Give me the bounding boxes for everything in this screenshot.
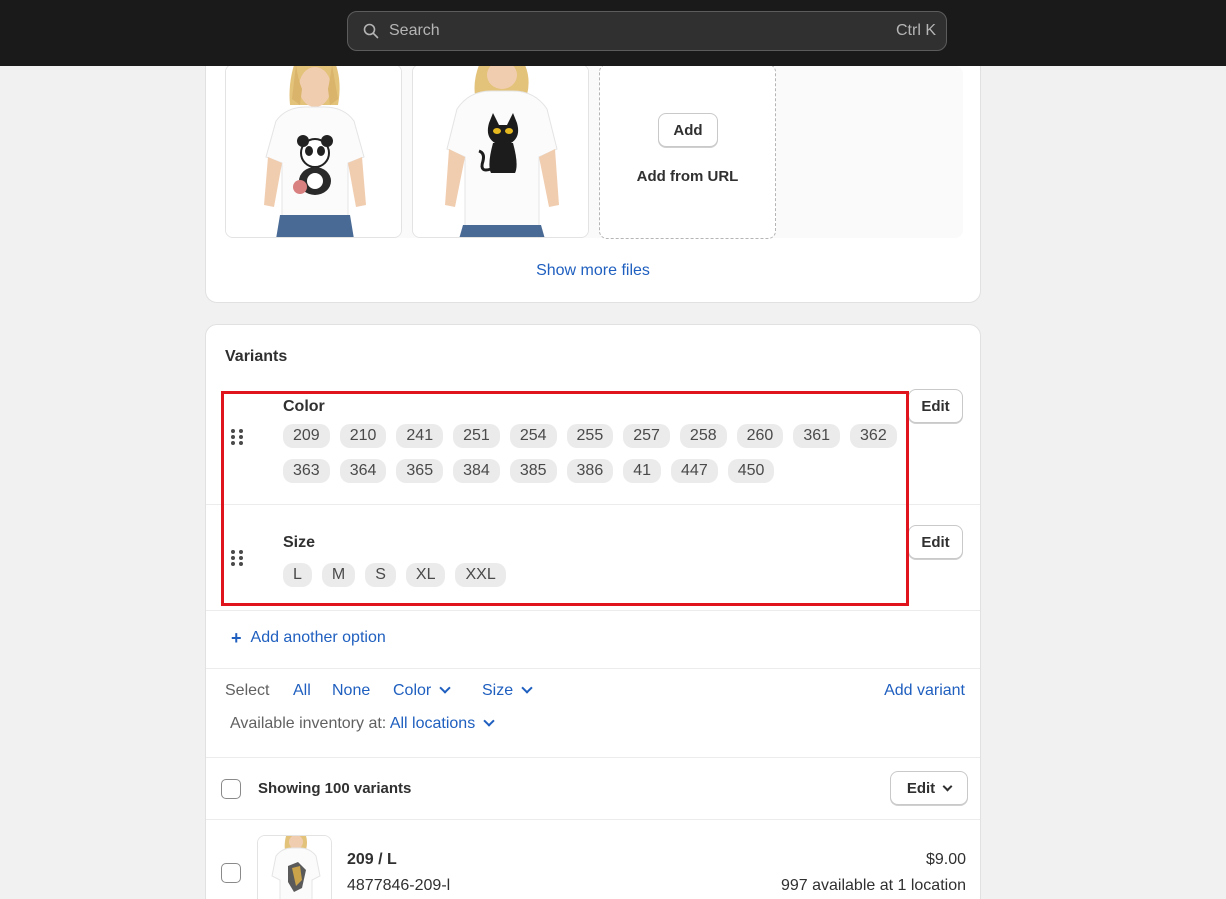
add-media-dropzone[interactable]: Add Add from URL [599, 64, 776, 239]
divider [206, 757, 980, 758]
inventory-location-row: Available inventory at: All locations [230, 715, 495, 733]
color-value-pill: 209 [283, 424, 330, 448]
color-value-pill: 210 [339, 424, 387, 448]
select-size-label: Size [482, 682, 514, 699]
add-another-option-button[interactable]: + Add another option [231, 629, 386, 647]
divider [206, 819, 980, 820]
add-another-option-label: Add another option [250, 629, 386, 646]
select-label: Select [225, 682, 270, 699]
color-value-pill: 255 [566, 424, 614, 448]
variant-name[interactable]: 209 / L [347, 851, 397, 869]
plus-icon: + [231, 628, 242, 648]
size-values: L M S XL XXL [283, 563, 903, 587]
color-value-pill: 385 [509, 459, 557, 483]
media-card: Add Add from URL Show more files [205, 40, 981, 303]
select-color-dropdown[interactable]: Color [393, 682, 451, 700]
bulk-edit-dropdown-button[interactable]: Edit [890, 771, 968, 805]
select-none-link[interactable]: None [332, 682, 370, 700]
color-value-pill: 41 [623, 459, 662, 483]
variant-thumbnail [257, 835, 332, 899]
color-value-pill: 362 [850, 424, 897, 448]
divider [206, 668, 980, 669]
size-value-pill: XXL [455, 563, 506, 587]
select-size-dropdown[interactable]: Size [482, 682, 533, 700]
variant-row-checkbox[interactable] [221, 863, 241, 883]
search-bar[interactable]: Search Ctrl K [347, 11, 947, 51]
option-name-size: Size [283, 534, 316, 551]
select-all-variants-checkbox[interactable] [221, 779, 241, 799]
color-value-pill: 251 [453, 424, 500, 448]
color-value-pill: 361 [793, 424, 841, 448]
variant-select-row: Select All None Color Size Add variant [225, 682, 965, 704]
color-value-pill: 365 [396, 459, 444, 483]
search-shortcut-hint: Ctrl K [896, 22, 936, 39]
color-value-pill: 447 [671, 459, 718, 483]
inventory-location-value: All locations [389, 715, 476, 732]
search-icon [362, 22, 380, 40]
add-media-button[interactable]: Add [658, 113, 718, 147]
chevron-down-icon [942, 781, 953, 791]
showing-variants-count: Showing 100 variants [258, 780, 412, 797]
edit-size-option-button[interactable]: Edit [908, 525, 963, 559]
color-value-pill: 241 [396, 424, 444, 448]
search-input[interactable]: Search [389, 22, 896, 40]
color-value-pill: 450 [727, 459, 775, 483]
show-more-files-link[interactable]: Show more files [206, 262, 980, 280]
color-value-pill: 384 [453, 459, 500, 483]
size-value-pill: S [365, 563, 396, 587]
chevron-down-icon [521, 682, 533, 694]
product-image-cat-tshirt[interactable] [412, 64, 589, 238]
inventory-label: Available inventory at: [230, 715, 387, 732]
inventory-location-dropdown[interactable]: All locations [389, 715, 495, 732]
color-value-pill: 254 [509, 424, 557, 448]
variant-availability: 997 available at 1 location [780, 877, 966, 894]
size-value-pill: XL [405, 563, 446, 587]
color-value-pill: 363 [283, 459, 330, 483]
color-values: 209 210 241 251 254 255 257 258 260 361 … [283, 424, 903, 483]
drag-handle-icon[interactable] [231, 550, 243, 566]
add-from-url-link[interactable]: Add from URL [600, 168, 775, 185]
drag-handle-icon[interactable] [231, 429, 243, 445]
edit-color-option-button[interactable]: Edit [908, 389, 963, 423]
color-value-pill: 257 [623, 424, 670, 448]
product-image-panda-tshirt[interactable] [225, 64, 402, 238]
option-name-color: Color [283, 398, 325, 415]
size-value-pill: L [283, 563, 312, 587]
variant-price: $9.00 [925, 851, 966, 868]
color-value-pill: 258 [679, 424, 727, 448]
size-value-pill: M [321, 563, 356, 587]
chevron-down-icon [439, 682, 451, 694]
select-color-label: Color [393, 682, 432, 699]
variants-title: Variants [225, 348, 288, 365]
variants-card: Variants Color Edit 209 210 241 251 254 … [205, 324, 981, 899]
top-bar: Search Ctrl K [0, 0, 1226, 66]
variant-sku: 4877846-209-l [347, 877, 451, 894]
option-color: Color Edit 209 210 241 251 254 255 257 2… [206, 385, 980, 505]
color-value-pill: 260 [736, 424, 784, 448]
add-variant-link[interactable]: Add variant [884, 682, 965, 700]
bulk-edit-label: Edit [906, 779, 936, 797]
color-value-pill: 364 [339, 459, 387, 483]
select-all-link[interactable]: All [293, 682, 311, 700]
color-value-pill: 386 [566, 459, 614, 483]
chevron-down-icon [483, 715, 495, 727]
option-size: Size Edit L M S XL XXL [206, 505, 980, 611]
